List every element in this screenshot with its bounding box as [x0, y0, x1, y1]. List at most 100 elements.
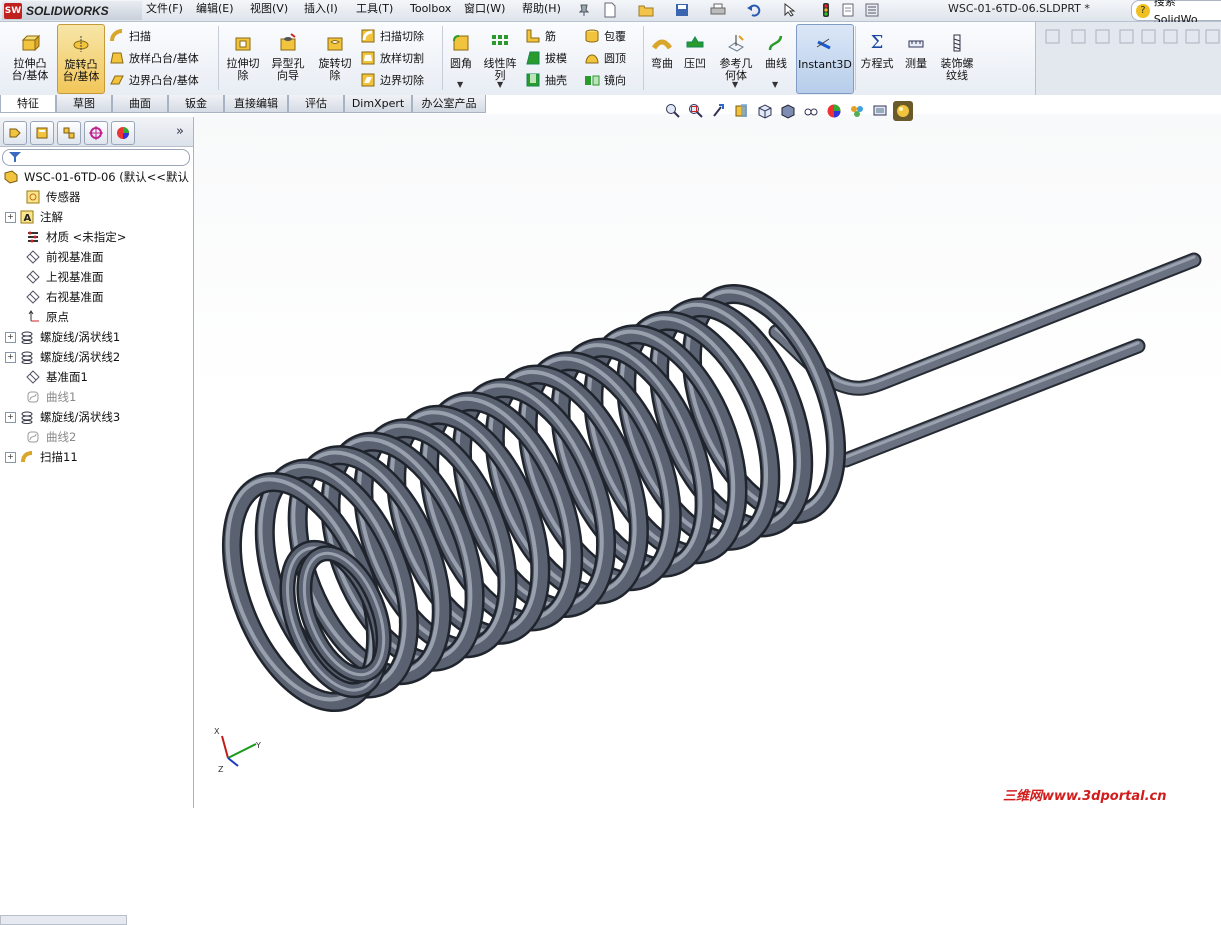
tree-root-part[interactable]: WSC-01-6TD-06 (默认<<默认 [0, 167, 193, 187]
tree-item-label: 前视基准面 [46, 250, 104, 264]
tree-item-front-plane[interactable]: 前视基准面 [0, 247, 193, 267]
realview-graphics-icon[interactable] [893, 101, 913, 121]
print-icon[interactable] [708, 1, 728, 19]
search-box[interactable]: ? 搜索 SolidWo [1131, 0, 1221, 26]
boundary-boss-button[interactable]: 边界凸台/基体 [109, 70, 199, 90]
tree-item-material[interactable]: 材质 <未指定> [0, 227, 193, 247]
equations-button[interactable]: Σ 方程式 [857, 24, 897, 92]
menu-view[interactable]: 视图(V) [246, 0, 292, 21]
app-name: SOLIDWORKS [26, 3, 109, 18]
spring-model[interactable]: X Y Z [194, 114, 1221, 808]
expand-toggle[interactable]: + [5, 351, 16, 363]
previous-view-icon[interactable] [709, 101, 729, 121]
shell-button[interactable]: 抽壳 [525, 70, 567, 90]
draft-icon [525, 50, 541, 66]
file-properties-icon[interactable] [838, 1, 858, 19]
pattern-dropdown-icon[interactable]: ▼ [497, 80, 503, 89]
view-settings-icon[interactable] [870, 101, 890, 121]
instant3d-button[interactable]: Instant3D [796, 24, 854, 94]
extrude-cut-button[interactable]: 拉伸切除 [222, 24, 264, 92]
graphics-area[interactable]: X Y Z [194, 114, 1221, 808]
indent-button[interactable]: 压凹 [680, 24, 710, 92]
display-style-icon[interactable] [778, 101, 798, 121]
menu-help[interactable]: 帮助(H) [518, 0, 565, 21]
tree-item-sensors[interactable]: 传感器 [0, 187, 193, 207]
undo-icon[interactable] [744, 1, 764, 19]
feature-manager-tab-icon[interactable] [3, 121, 27, 145]
hide-show-items-icon[interactable] [801, 101, 821, 121]
menu-edit[interactable]: 编辑(E) [192, 0, 238, 21]
menu-file[interactable]: 文件(F) [142, 0, 187, 21]
panel-expand-chevron-icon[interactable]: » [176, 124, 184, 139]
flex-button[interactable]: 弯曲 [647, 24, 677, 92]
curves-dropdown-icon[interactable]: ▼ [772, 80, 778, 89]
tree-item-helix-1[interactable]: + 螺旋线/涡状线1 [0, 327, 193, 347]
tree-item-top-plane[interactable]: 上视基准面 [0, 267, 193, 287]
expand-toggle[interactable]: + [5, 451, 16, 463]
draft-button[interactable]: 拔模 [525, 48, 567, 68]
expand-toggle[interactable]: + [5, 411, 16, 423]
tree-item-right-plane[interactable]: 右视基准面 [0, 287, 193, 307]
menu-tools[interactable]: 工具(T) [352, 0, 397, 21]
tab-direct-editing[interactable]: 直接编辑 [224, 95, 288, 113]
rib-button[interactable]: 筋 [525, 26, 556, 46]
apply-scene-icon[interactable] [847, 101, 867, 121]
menu-insert[interactable]: 插入(I) [300, 0, 342, 21]
edit-appearance-icon[interactable] [824, 101, 844, 121]
zoom-to-fit-icon[interactable] [663, 101, 683, 121]
tree-item-curve-2[interactable]: 曲线2 [0, 427, 193, 447]
select-cursor-icon[interactable] [780, 1, 800, 19]
pin-icon[interactable] [574, 1, 594, 19]
tab-dimxpert[interactable]: DimXpert [344, 95, 412, 113]
property-manager-tab-icon[interactable] [30, 121, 54, 145]
tab-office-products[interactable]: 办公室产品 [412, 95, 486, 113]
tab-sheet-metal[interactable]: 钣金 [168, 95, 224, 113]
tab-sketch[interactable]: 草图 [56, 95, 112, 113]
configuration-manager-tab-icon[interactable] [57, 121, 81, 145]
expand-toggle[interactable]: + [5, 331, 16, 343]
sweep-button[interactable]: 扫描 [109, 26, 151, 46]
dome-button[interactable]: 圆顶 [584, 48, 626, 68]
loft-boss-button[interactable]: 放样凸台/基体 [109, 48, 199, 68]
save-icon[interactable] [672, 1, 692, 19]
zoom-to-area-icon[interactable] [686, 101, 706, 121]
tree-item-helix-3[interactable]: + 螺旋线/涡状线3 [0, 407, 193, 427]
tab-evaluate[interactable]: 评估 [288, 95, 344, 113]
rebuild-traffic-light-icon[interactable] [816, 1, 836, 19]
new-document-icon[interactable] [600, 1, 620, 19]
tree-item-annotations[interactable]: + A 注解 [0, 207, 193, 227]
mirror-button[interactable]: 镜向 [584, 70, 626, 90]
view-orientation-icon[interactable] [755, 101, 775, 121]
revolve-cut-button[interactable]: 旋转切除 [313, 24, 357, 92]
hole-wizard-button[interactable]: 异型孔向导 [266, 24, 310, 92]
extrude-boss-button[interactable]: 拉伸凸台/基体 [6, 24, 54, 92]
ref-geometry-dropdown-icon[interactable]: ▼ [732, 80, 738, 89]
menu-window[interactable]: 窗口(W) [460, 0, 509, 21]
display-manager-tab-icon[interactable] [111, 121, 135, 145]
measure-button[interactable]: 测量 [900, 24, 932, 92]
feature-manager-panel: » WSC-01-6TD-06 (默认<<默认 传感器 + A 注解 材质 <未… [0, 117, 194, 925]
tree-item-origin[interactable]: 原点 [0, 307, 193, 327]
tree-item-curve-1[interactable]: 曲线1 [0, 387, 193, 407]
menu-toolbox[interactable]: Toolbox [406, 0, 455, 21]
tree-item-helix-2[interactable]: + 螺旋线/涡状线2 [0, 347, 193, 367]
tab-surfaces[interactable]: 曲面 [112, 95, 168, 113]
open-folder-icon[interactable] [636, 1, 656, 19]
tree-item-sweep-11[interactable]: + 扫描11 [0, 447, 193, 467]
panel-horizontal-scrollbar[interactable] [0, 915, 127, 925]
revolve-boss-button[interactable]: 旋转凸台/基体 [57, 24, 105, 94]
fillet-dropdown-icon[interactable]: ▼ [457, 80, 463, 89]
wrap-button[interactable]: 包覆 [584, 26, 626, 46]
app-logo[interactable]: SW SOLIDWORKS [2, 1, 142, 20]
sweep-cut-button[interactable]: 扫描切除 [360, 26, 424, 46]
dimxpert-manager-tab-icon[interactable] [84, 121, 108, 145]
options-icon[interactable] [862, 1, 882, 19]
tab-features[interactable]: 特征 [0, 95, 56, 113]
tree-item-plane-1[interactable]: 基准面1 [0, 367, 193, 387]
section-view-icon[interactable] [732, 101, 752, 121]
expand-toggle[interactable]: + [5, 211, 16, 223]
cosmetic-thread-button[interactable]: 装饰螺纹线 [935, 24, 979, 92]
boundary-cut-button[interactable]: 边界切除 [360, 70, 424, 90]
tree-filter-input[interactable] [2, 149, 190, 166]
loft-cut-button[interactable]: 放样切割 [360, 48, 424, 68]
